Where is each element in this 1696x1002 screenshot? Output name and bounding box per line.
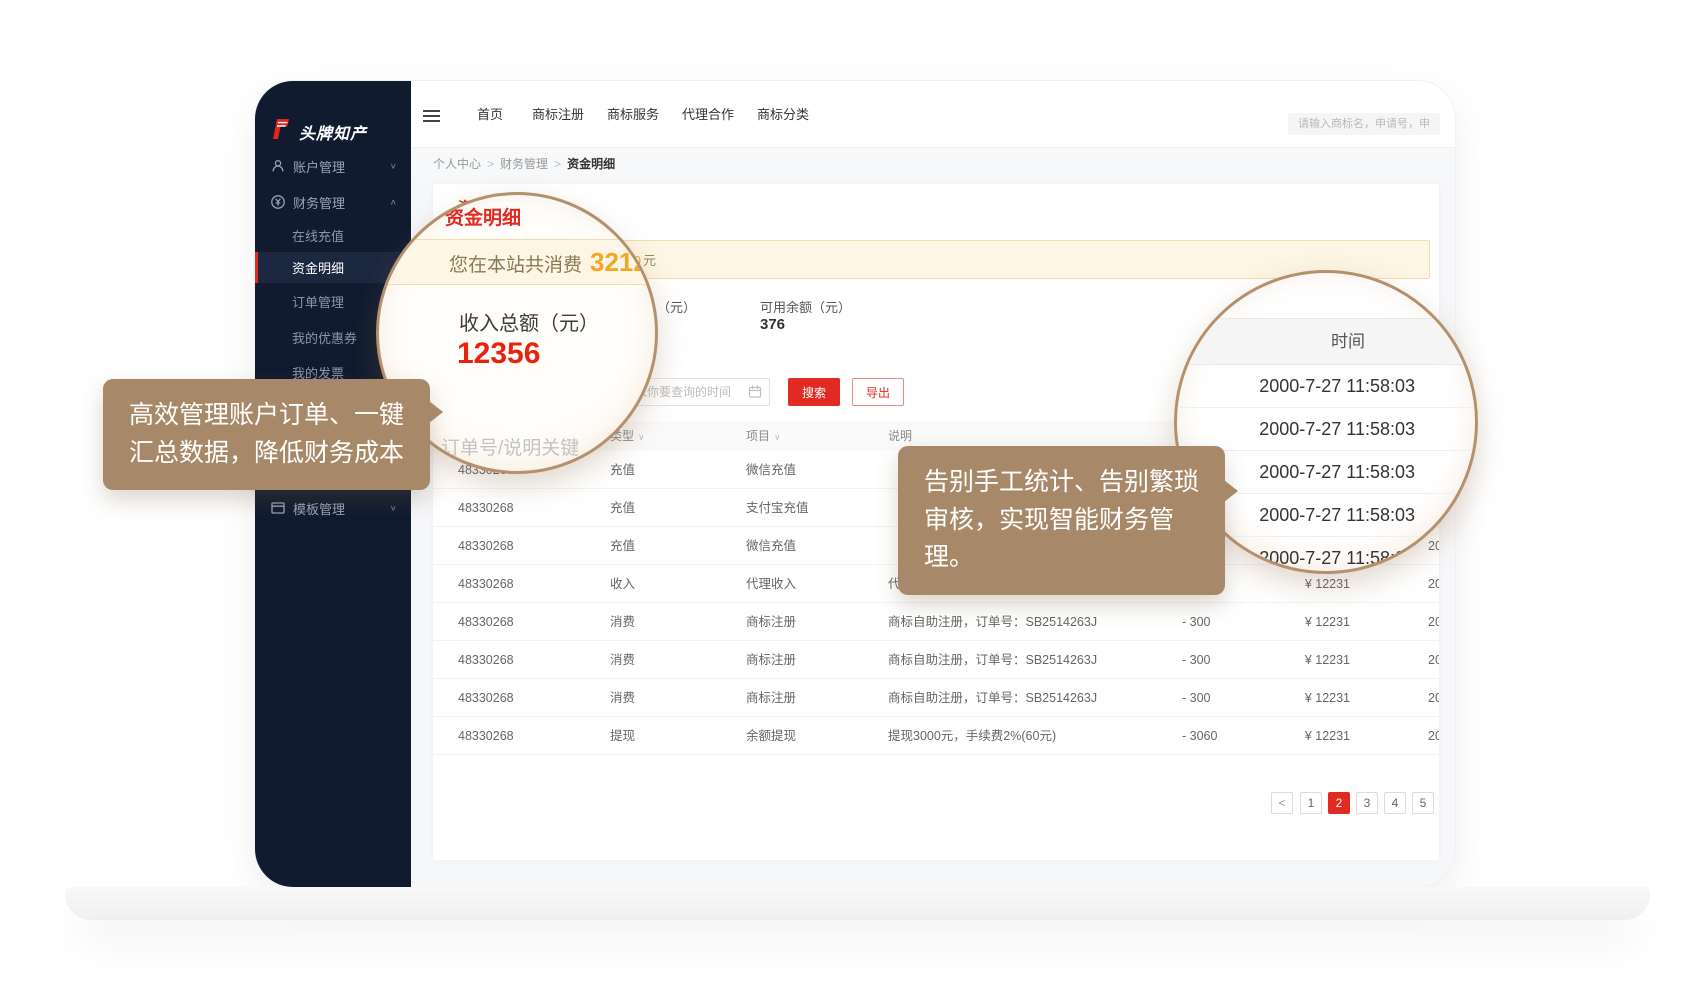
- topbar: 首页 商标注册 商标服务 代理合作 商标分类: [411, 81, 1455, 148]
- table-row: 48330268 消费 商标注册 商标自助注册，订单号：SB2514263J -…: [433, 641, 1439, 679]
- col-project[interactable]: 项目∨: [746, 421, 781, 452]
- magnified-banner: 您在本站共消费32124: [376, 239, 658, 285]
- menu-icon[interactable]: [423, 110, 440, 122]
- balance-label: 可用余额（元）: [760, 297, 851, 316]
- export-button[interactable]: 导出: [852, 378, 904, 406]
- caret-down-icon[interactable]: ∨: [638, 432, 645, 442]
- nav-tm-service[interactable]: 商标服务: [607, 81, 659, 148]
- magnified-time: 2000-7-27 11:58:03: [1177, 408, 1478, 451]
- balance-value: 376: [760, 316, 785, 333]
- chevron-up-icon: ∧: [390, 198, 397, 207]
- logo[interactable]: 头牌知产: [268, 117, 367, 146]
- pagination-page-1[interactable]: 1: [1300, 792, 1322, 814]
- finance-icon: [270, 194, 286, 210]
- page: 头牌知产 账户管理 ∨ 财务管理 ∧ 在线充值 资金明细: [0, 0, 1696, 1002]
- logo-text: 头牌知产: [299, 120, 367, 144]
- pagination-prev[interactable]: <: [1271, 792, 1293, 814]
- laptop-base: [65, 887, 1650, 920]
- table-row: 48330268 提现 余额提现 提现3000元，手续费2%(60元) - 30…: [433, 717, 1439, 755]
- breadcrumb-bar: 个人中心>财务管理>资金明细: [411, 148, 1455, 180]
- chevron-down-icon: ∨: [390, 162, 397, 171]
- magnified-time: 2000-7-27 11:58:03: [1177, 365, 1478, 408]
- calendar-icon[interactable]: [748, 385, 762, 399]
- sidebar-item-label: 财务管理: [293, 193, 345, 212]
- nav-agency[interactable]: 代理合作: [682, 81, 734, 148]
- search-button[interactable]: 搜索: [788, 378, 840, 406]
- breadcrumb-current: 资金明细: [567, 157, 615, 171]
- breadcrumb-finance[interactable]: 财务管理: [500, 157, 548, 171]
- nav-tm-category[interactable]: 商标分类: [757, 81, 809, 148]
- template-icon: [270, 500, 286, 516]
- table-row: 48330268 消费 商标注册 商标自助注册，订单号：SB2514263J -…: [433, 679, 1439, 717]
- sidebar-item-templates[interactable]: 模板管理 ∨: [255, 490, 411, 526]
- tooltip-left: 高效管理账户订单、一键 汇总数据，降低财务成本: [103, 379, 430, 490]
- magnified-order-header: 订单号/说明关键: [441, 433, 579, 460]
- tooltip-right: 告别手工统计、告别繁琐 审核，实现智能财务管 理。: [898, 446, 1225, 595]
- breadcrumb-home[interactable]: 个人中心: [433, 157, 481, 171]
- magnified-time-header: 时间: [1177, 318, 1478, 365]
- pagination-page-4[interactable]: 4: [1384, 792, 1406, 814]
- magnified-income-label: 收入总额（元）: [459, 307, 599, 336]
- pagination-page-2[interactable]: 2: [1328, 792, 1350, 814]
- sidebar-item-account[interactable]: 账户管理 ∨: [255, 148, 411, 184]
- sidebar-item-label: 账户管理: [293, 157, 345, 176]
- table-row: 48330268 消费 商标注册 商标自助注册，订单号：SB2514263J -…: [433, 603, 1439, 641]
- sidebar-item-finance[interactable]: 财务管理 ∧: [255, 184, 411, 220]
- middle-stat-label: （元）: [657, 297, 696, 316]
- pagination-page-5[interactable]: 5: [1412, 792, 1434, 814]
- magnified-income-value: 12356: [457, 337, 540, 371]
- pagination-page-3[interactable]: 3: [1356, 792, 1378, 814]
- breadcrumb: 个人中心>财务管理>资金明细: [433, 148, 615, 180]
- search-input[interactable]: [1288, 113, 1440, 135]
- nav-tm-register[interactable]: 商标注册: [532, 81, 584, 148]
- chevron-down-icon: ∨: [390, 504, 397, 513]
- sidebar-item-label: 模板管理: [293, 499, 345, 518]
- user-icon: [270, 158, 286, 174]
- caret-down-icon[interactable]: ∨: [774, 432, 781, 442]
- logo-icon: [268, 117, 292, 146]
- nav-home[interactable]: 首页: [477, 81, 503, 148]
